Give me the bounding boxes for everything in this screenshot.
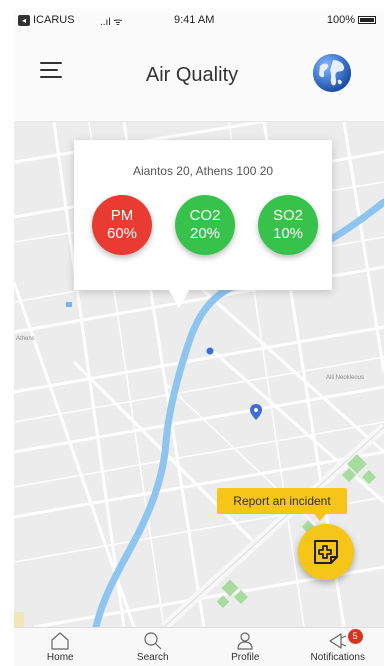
app-header: Air Quality (14, 32, 384, 122)
metric-pm-value: 60% (106, 225, 138, 242)
nav-search-label: Search (136, 652, 169, 663)
metric-so2-name: SO2 (272, 207, 303, 224)
notifications-badge: 5 (347, 629, 363, 644)
globe-icon[interactable] (311, 52, 353, 94)
battery-percent: 100% (326, 14, 355, 26)
map-label-neighborhood: Alli Neokleous (326, 375, 364, 381)
nav-search[interactable]: Search (107, 628, 200, 666)
app-frame: ◂ ICARUS ..ıl ᯤ 9:41 AM 100% Air Quality (0, 0, 385, 666)
nav-home-label: Home (46, 652, 74, 663)
popup-address: Aiantos 20, Athens 100 20 (132, 164, 274, 178)
metric-co2[interactable]: CO2 20% (175, 195, 235, 255)
search-icon (144, 632, 162, 650)
profile-icon (237, 632, 253, 650)
phone-screen: ◂ ICARUS ..ıl ᯤ 9:41 AM 100% Air Quality (14, 10, 384, 666)
air-quality-popup: Aiantos 20, Athens 100 20 PM 60% CO2 20%… (74, 140, 332, 308)
metric-so2[interactable]: SO2 10% (258, 195, 318, 255)
map-label-athens: Athens (16, 336, 35, 342)
report-incident-button[interactable] (298, 524, 354, 580)
notifications-icon (329, 633, 346, 649)
nav-profile[interactable]: Profile (199, 628, 292, 666)
signal-wifi-icon: ..ıl ᯤ (100, 17, 123, 28)
add-report-icon (314, 540, 338, 564)
back-to-app-icon[interactable]: ◂ (18, 14, 30, 26)
status-bar: ◂ ICARUS ..ıl ᯤ 9:41 AM 100% (14, 10, 384, 32)
carrier-name: ICARUS (33, 14, 75, 26)
map-view[interactable]: Athens Alli Neokleous Aiantos 20, Athens… (14, 122, 384, 627)
bottom-navigation: Home Search Profile 5 Notifications (14, 627, 384, 666)
metric-co2-name: CO2 (189, 207, 221, 224)
battery: 100% (327, 14, 376, 26)
nav-profile-label: Profile (231, 652, 260, 663)
metric-co2-value: 20% (189, 225, 221, 242)
metric-so2-value: 10% (272, 225, 304, 242)
report-incident-tooltip[interactable]: Report an incident (217, 488, 347, 521)
carrier: ◂ ICARUS (18, 14, 75, 26)
status-time: 9:41 AM (174, 14, 215, 26)
nav-notifications-label: Notifications (310, 652, 365, 663)
nav-notifications[interactable]: 5 Notifications (292, 628, 385, 666)
battery-icon (358, 16, 376, 24)
nav-home[interactable]: Home (14, 628, 107, 666)
home-icon (51, 632, 69, 650)
metric-pm-name: PM (110, 207, 134, 224)
metric-pm[interactable]: PM 60% (92, 195, 152, 255)
